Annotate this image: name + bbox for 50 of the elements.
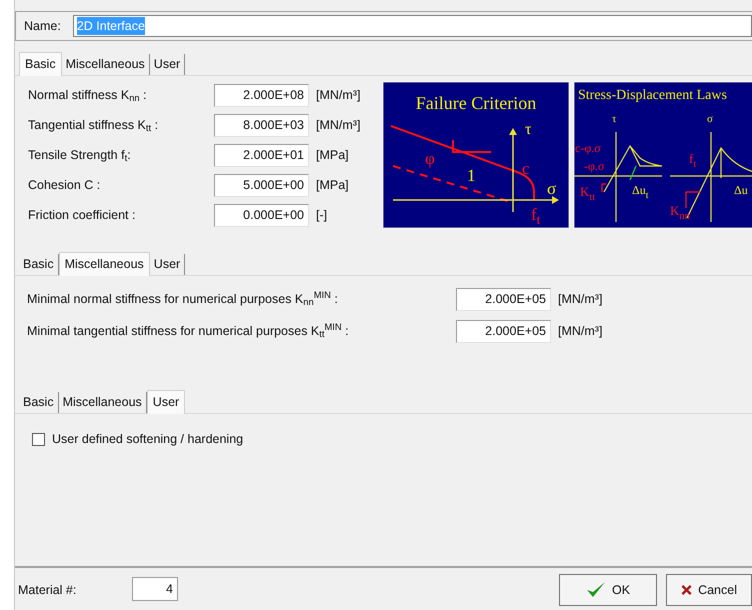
field-label: Tensile Strength f$_{t}$:	[28, 147, 132, 165]
field-label: Friction coefficient :	[28, 207, 136, 224]
field-label: Tangential stiffness K$_{tt}$ :	[28, 117, 160, 135]
tab[interactable]: User	[146, 390, 186, 414]
value-field[interactable]: 5.000E+00	[214, 174, 309, 197]
field-label: Cohesion C :	[28, 177, 102, 194]
tab[interactable]: Miscellaneous	[58, 252, 150, 276]
material-field[interactable]: 4	[132, 577, 178, 601]
diagram-label: 1	[467, 166, 476, 185]
diagram-label: f$_{t}$	[531, 205, 540, 227]
diagram-label: τ	[612, 113, 616, 125]
diagram-label: c	[522, 159, 530, 178]
diagram-label: K$_{tt}$	[580, 184, 596, 203]
diagram-title: Stress-Displacement Laws	[578, 88, 727, 103]
value-field[interactable]: 2.000E+05	[456, 288, 551, 311]
value-field[interactable]: 8.000E+03	[214, 114, 309, 137]
value-field[interactable]: 2.000E+08	[214, 84, 309, 107]
unit-label: [MPa]	[316, 177, 349, 194]
value-field[interactable]: 2.000E+01	[214, 144, 309, 167]
ok-button[interactable]: OK	[559, 574, 657, 606]
checkbox[interactable]	[32, 432, 45, 446]
unit-label: [MN/m³]	[316, 117, 360, 134]
close-icon	[681, 582, 692, 598]
diagram-label: c-φ.σ	[575, 141, 601, 155]
checkmark-icon	[586, 581, 606, 599]
field-label: Normal stiffness K$_{nn}$ :	[28, 87, 148, 105]
unit-label: [MN/m³]	[316, 87, 360, 104]
field-label: Minimal normal stiffness for numerical purposes K$_{nn}$$^{MIN}$ :	[27, 290, 339, 309]
diagram-label: σ	[547, 179, 556, 198]
cancel-button[interactable]: Cancel	[666, 574, 752, 606]
diagram-label: Δu	[734, 183, 748, 197]
diagram-label: Δu$_{t}$	[632, 183, 648, 201]
material-label: Material #:	[18, 582, 78, 599]
unit-label: [MN/m³]	[558, 323, 602, 340]
diagram-label: φ	[425, 149, 435, 168]
diagram-label: K$_{nn}$	[670, 203, 690, 222]
diagram-label: σ	[707, 113, 713, 125]
unit-label: [-]	[316, 207, 328, 224]
value-field[interactable]: 2.000E+05	[456, 320, 551, 343]
checkbox-label: User defined softening / hardening	[52, 431, 244, 448]
diagram-label: -φ.σ	[584, 159, 604, 173]
unit-label: [MPa]	[316, 147, 349, 164]
field-label: Minimal tangential stiffness for numerical purposes K$_{tt}$$^{MIN}$ :	[27, 322, 350, 341]
diagram-title: Failure Criterion	[416, 93, 536, 113]
value-field[interactable]: 0.000E+00	[214, 204, 309, 227]
diagram-label: τ	[525, 121, 532, 138]
diagram-label: f$_{t}$	[689, 151, 696, 170]
unit-label: [MN/m³]	[558, 291, 602, 308]
name-label: Name:	[24, 18, 61, 35]
tab[interactable]: Basic	[19, 52, 62, 76]
